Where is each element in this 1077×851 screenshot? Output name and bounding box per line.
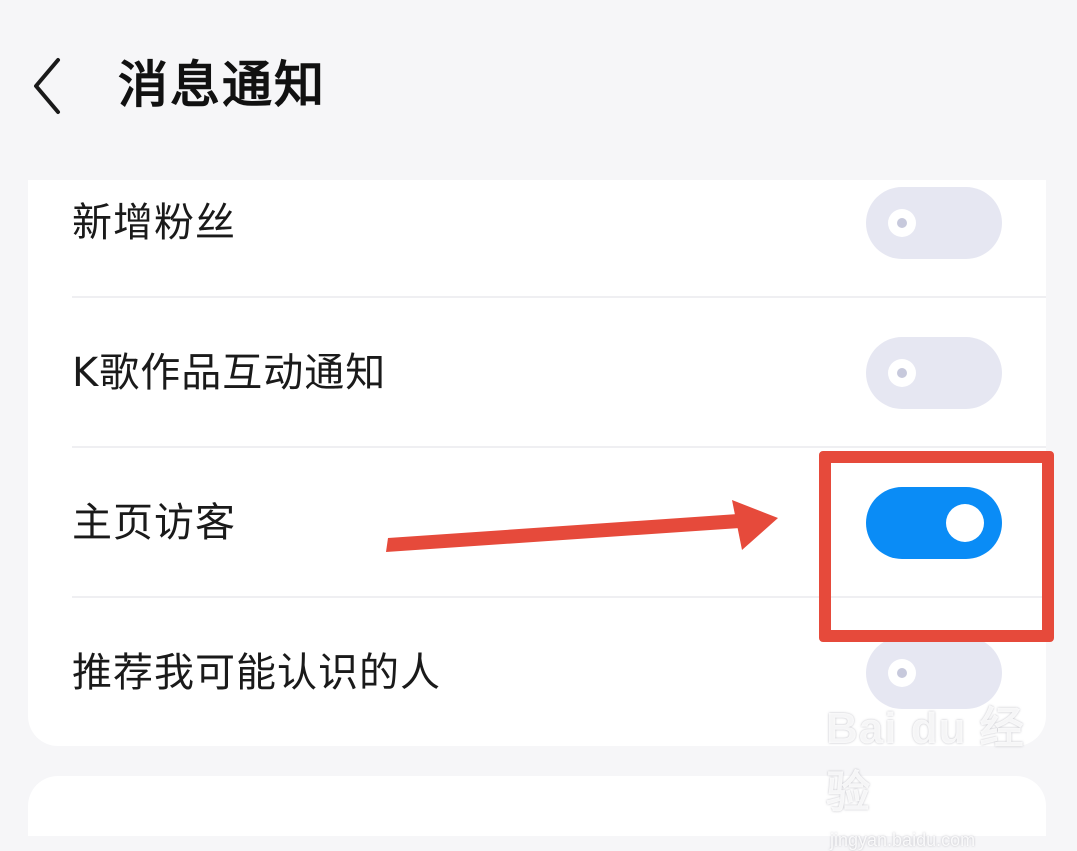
toggle-switch[interactable] xyxy=(866,187,1002,259)
highlight-box xyxy=(819,451,1054,642)
setting-label: 主页访客 xyxy=(72,500,236,546)
toggle-switch[interactable] xyxy=(866,337,1002,409)
top-bar: 消息通知 xyxy=(0,0,1077,160)
toggle-knob xyxy=(888,359,916,387)
toggle-knob xyxy=(888,659,916,687)
setting-label: 新增粉丝 xyxy=(72,200,236,246)
chevron-left-icon xyxy=(34,58,60,114)
setting-label: 推荐我可能认识的人 xyxy=(72,650,441,696)
page-title: 消息通知 xyxy=(118,56,326,114)
annotation-arrow xyxy=(386,500,778,552)
back-button[interactable] xyxy=(24,50,84,120)
toggle-knob xyxy=(888,209,916,237)
setting-row-work-interaction: K歌作品互动通知 xyxy=(28,298,1046,448)
setting-label: K歌作品互动通知 xyxy=(72,350,387,396)
setting-row-new-fans: 新增粉丝 xyxy=(28,180,1046,298)
toggle-switch[interactable] xyxy=(866,637,1002,709)
next-settings-card xyxy=(28,776,1046,836)
